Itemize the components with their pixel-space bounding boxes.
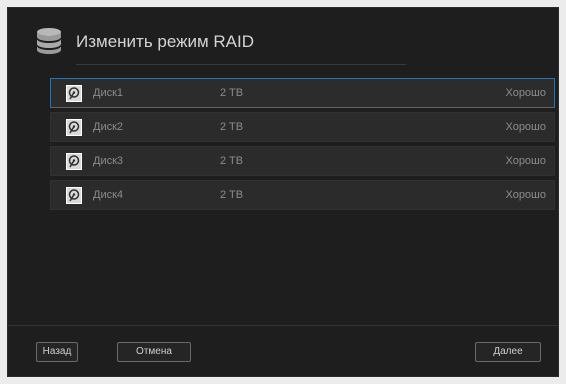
next-button[interactable]: Далее xyxy=(475,342,541,362)
disk-status: Хорошо xyxy=(505,121,546,133)
disk-name: Диск4 xyxy=(93,189,124,201)
disk-status: Хорошо xyxy=(505,155,546,167)
disk-name: Диск2 xyxy=(93,121,124,133)
disk-row[interactable]: Диск2 2 TB Хорошо xyxy=(50,112,555,142)
raid-mode-dialog: Изменить режим RAID Диск1 2 TB Хорошо Ди… xyxy=(7,7,559,377)
dialog-title: Изменить режим RAID xyxy=(76,32,255,51)
footer-divider xyxy=(8,325,558,326)
disk-row[interactable]: Диск3 2 TB Хорошо xyxy=(50,146,555,176)
cancel-button[interactable]: Отмена xyxy=(117,342,191,362)
disk-size: 2 TB xyxy=(220,189,244,201)
back-button[interactable]: Назад xyxy=(36,342,78,362)
dialog-header: Изменить режим RAID xyxy=(8,8,558,65)
disk-size: 2 TB xyxy=(220,87,244,99)
disk-name: Диск1 xyxy=(93,87,124,99)
title-divider xyxy=(76,64,406,65)
disk-name: Диск3 xyxy=(93,155,124,167)
disk-row[interactable]: Диск1 2 TB Хорошо xyxy=(50,78,555,108)
hard-drive-icon xyxy=(66,187,82,204)
hard-drive-icon xyxy=(66,119,82,136)
hard-drive-icon xyxy=(66,153,82,170)
database-icon xyxy=(37,28,61,54)
disk-row[interactable]: Диск4 2 TB Хорошо xyxy=(50,180,555,210)
hard-drive-icon xyxy=(66,85,82,102)
disk-status: Хорошо xyxy=(505,87,546,99)
disk-size: 2 TB xyxy=(220,121,244,133)
disk-status: Хорошо xyxy=(505,189,546,201)
disk-size: 2 TB xyxy=(220,155,244,167)
disk-list: Диск1 2 TB Хорошо Диск2 2 TB Хорошо Диск… xyxy=(50,78,555,214)
